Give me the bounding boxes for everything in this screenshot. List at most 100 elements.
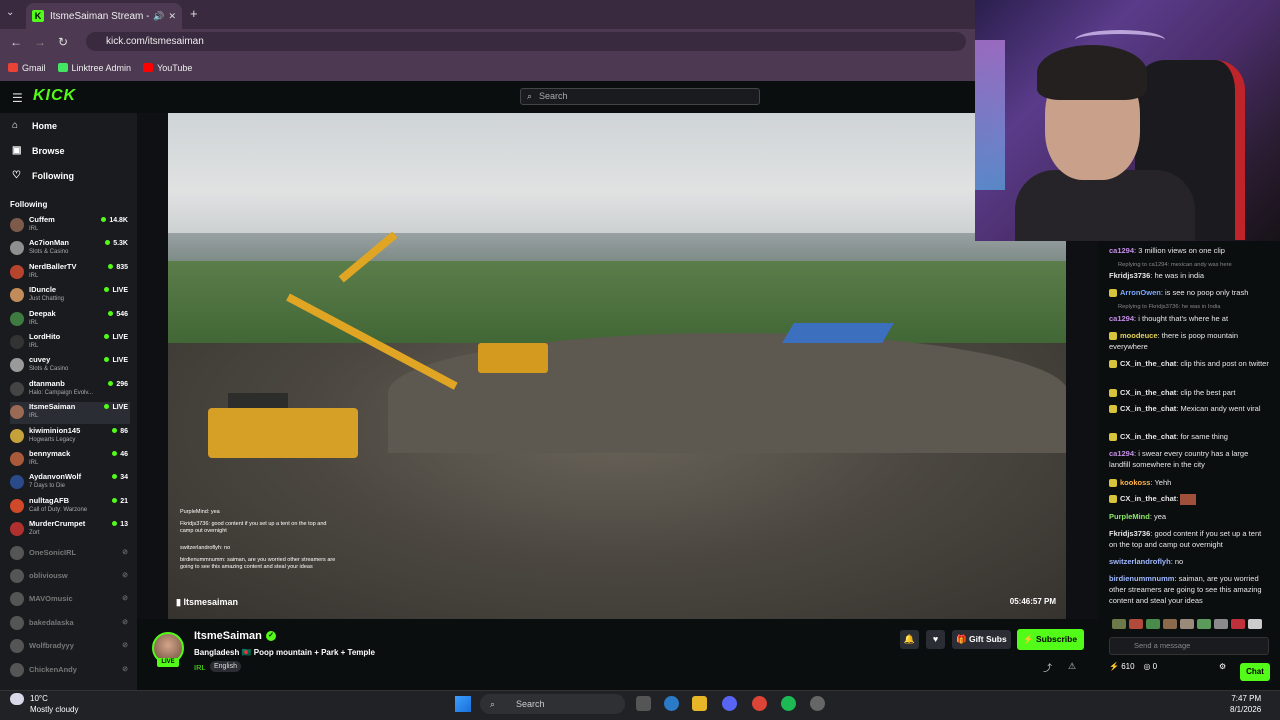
following-channel[interactable]: cuvey Slots & Casino LIVE (10, 355, 130, 377)
bookmark-item[interactable]: YouTube (143, 63, 192, 73)
chat-username[interactable]: PurpleMind (1109, 512, 1150, 521)
chat-message[interactable]: CX_in_the_chat: Mexican andy went viral (1109, 403, 1269, 414)
spotify-icon[interactable] (781, 696, 796, 711)
following-channel[interactable]: OneSonicIRL ⊘ (10, 543, 130, 565)
chat-username[interactable]: moodeuce (1120, 331, 1158, 340)
settings-icon[interactable]: ⚙ (1219, 662, 1226, 671)
chat-message[interactable]: switzerlandroflyh: no (1109, 556, 1269, 567)
chat-username[interactable]: ca1294 (1109, 449, 1134, 458)
chat-message[interactable]: CX_in_the_chat: (1109, 493, 1269, 505)
bookmark-item[interactable]: Linktree Admin (57, 63, 131, 73)
chat-username[interactable]: Fkridjs3736 (1109, 271, 1150, 280)
chat-username[interactable]: CX_in_the_chat (1120, 404, 1176, 413)
chat-message[interactable]: birdienummnumm: saiman, are you worried … (1109, 573, 1269, 606)
following-channel[interactable]: bennymack IRL 46 (10, 449, 130, 471)
chat-username[interactable]: CX_in_the_chat (1120, 388, 1176, 397)
chat-message[interactable]: PurpleMind: yea (1109, 511, 1269, 522)
chrome-icon[interactable] (752, 696, 767, 711)
obs-icon[interactable] (810, 696, 825, 711)
following-channel[interactable]: Cuffem IRL 14.8K (10, 215, 130, 237)
overlay-streamer-name: ▮ Itsmesaiman (176, 597, 238, 607)
following-channel[interactable]: AydanvonWolf 7 Days to Die 34 (10, 472, 130, 494)
reload-icon[interactable]: ↻ (58, 35, 68, 49)
chat-message[interactable]: ca1294: i swear every country has a larg… (1109, 448, 1269, 470)
sidebar-nav-home[interactable]: ⌂ Home (12, 120, 57, 131)
speaker-icon[interactable]: 🔊 (153, 11, 164, 22)
share-icon[interactable]: ⤴ (1043, 661, 1052, 674)
forward-icon[interactable]: → (34, 35, 46, 49)
channel-name[interactable]: ItsmeSaiman (194, 630, 262, 642)
chat-username[interactable]: birdienummnumm (1109, 574, 1174, 583)
chat-username[interactable]: CX_in_the_chat (1120, 432, 1176, 441)
chat-username[interactable]: ArronOwen (1120, 288, 1161, 297)
windows-start-icon[interactable] (455, 696, 471, 712)
following-channel[interactable]: obliviousw ⊘ (10, 566, 130, 588)
taskbar-search[interactable]: ⌕ Search (480, 694, 625, 714)
chat-message[interactable]: moodeuce: there is poop mountain everywh… (1109, 330, 1269, 352)
following-channel[interactable]: MAVOmusic ⊘ (10, 589, 130, 611)
kick-logo[interactable]: KICK (33, 87, 76, 105)
chat-username[interactable]: ca1294 (1109, 314, 1134, 323)
menu-icon[interactable]: ☰ (12, 91, 23, 105)
gift-subs-button[interactable]: 🎁 Gift Subs (952, 630, 1011, 649)
chat-message[interactable]: CX_in_the_chat: clip the best part (1109, 387, 1269, 398)
chat-username[interactable]: switzerlandroflyh (1109, 557, 1171, 566)
following-channel[interactable]: Ac7ionMan Slots & Casino 5.3K (10, 238, 130, 260)
following-channel[interactable]: bakedalaska ⊘ (10, 613, 130, 635)
browser-tab[interactable]: K ItsmeSaiman Stream - Watch 🔊 ✕ (26, 3, 182, 29)
points2-icon[interactable]: ◎ (1143, 662, 1150, 671)
following-channel[interactable]: kiwiminion145 Hogwarts Legacy 86 (10, 426, 130, 448)
url-field[interactable]: kick.com/itsmesaiman (86, 32, 966, 51)
chat-message[interactable]: ArronOwen: is see no poop only trash (1109, 287, 1269, 298)
following-channel[interactable]: MurderCrumpet Zort 13 (10, 519, 130, 541)
chat-button[interactable]: Chat (1240, 663, 1270, 681)
close-tab-icon[interactable]: ✕ (168, 11, 176, 22)
following-channel[interactable]: Wolfbradyyy ⊘ (10, 636, 130, 658)
folder-icon[interactable] (692, 696, 707, 711)
sidebar-nav-following[interactable]: ♡ Following (12, 170, 74, 181)
following-channel[interactable]: ChickenAndy ⊘ (10, 660, 130, 682)
following-channel[interactable]: nulltagAFB Call of Duty: Warzone 21 (10, 496, 130, 518)
points-icon[interactable]: ⚡ (1109, 662, 1119, 671)
chat-message[interactable]: ca1294: 3 million views on one clip (1109, 245, 1269, 256)
bookmark-item[interactable]: Gmail (8, 63, 46, 73)
following-channel[interactable]: dtanmanb Halo: Campaign Evolv... 296 (10, 379, 130, 401)
following-channel[interactable]: IDuncle Just Chatting LIVE (10, 285, 130, 307)
following-channel[interactable]: ItsmeSaiman IRL LIVE (10, 402, 130, 425)
file-explorer-icon[interactable] (636, 696, 651, 711)
chat-message[interactable]: kookoss: Yehh (1109, 477, 1269, 488)
chat-username[interactable]: kookoss (1120, 478, 1150, 487)
chat-message[interactable]: CX_in_the_chat: clip this and post on tw… (1109, 358, 1269, 369)
chat-message[interactable]: CX_in_the_chat: for same thing (1109, 431, 1269, 442)
chat-message[interactable]: Fkridjs3736: he was in india (1109, 270, 1269, 281)
channel-avatar (10, 475, 24, 490)
chat-username[interactable]: CX_in_the_chat (1120, 359, 1176, 368)
report-icon[interactable]: ⚠ (1068, 661, 1076, 672)
send-message-input[interactable]: Send a message (1109, 637, 1269, 655)
follow-heart-icon[interactable]: ♥ (926, 630, 945, 649)
chat-message[interactable]: ca1294: i thought that's where he at (1109, 313, 1269, 324)
subscribe-button[interactable]: ⚡ Subscribe (1017, 629, 1084, 650)
chat-username[interactable]: ca1294 (1109, 246, 1134, 255)
back-icon[interactable]: ← (10, 35, 22, 49)
following-channel[interactable]: Deepak IRL 546 (10, 309, 130, 331)
weather-widget[interactable]: 10°C Mostly cloudy (10, 693, 78, 715)
channel-name: Cuffem (29, 215, 55, 224)
sidebar-nav-browse[interactable]: ▣ Browse (12, 145, 65, 156)
following-channel[interactable]: NerdBallerTV IRL 835 (10, 262, 130, 284)
discord-icon[interactable] (722, 696, 737, 711)
new-tab-icon[interactable]: + (190, 6, 198, 21)
tab-search-icon[interactable]: ⌄ (6, 7, 14, 18)
chat-username[interactable]: Fkridjs3736 (1109, 529, 1150, 538)
chat-message[interactable]: Fkridjs3736: good content if you set up … (1109, 528, 1269, 550)
edge-icon[interactable] (664, 696, 679, 711)
stream-category[interactable]: IRL (194, 663, 206, 672)
video-player[interactable]: PurpleMind: yea Fkridjs3736: good content… (168, 113, 1066, 619)
viewer-count: LIVE (104, 287, 128, 294)
emote-row[interactable] (1112, 619, 1272, 631)
notification-bell-icon[interactable]: 🔔 (900, 630, 919, 649)
language-tag[interactable]: English (210, 661, 241, 672)
following-channel[interactable]: LordHito IRL LIVE (10, 332, 130, 354)
chat-username[interactable]: CX_in_the_chat (1120, 494, 1176, 503)
search-input[interactable]: ⌕ Search (520, 88, 760, 105)
